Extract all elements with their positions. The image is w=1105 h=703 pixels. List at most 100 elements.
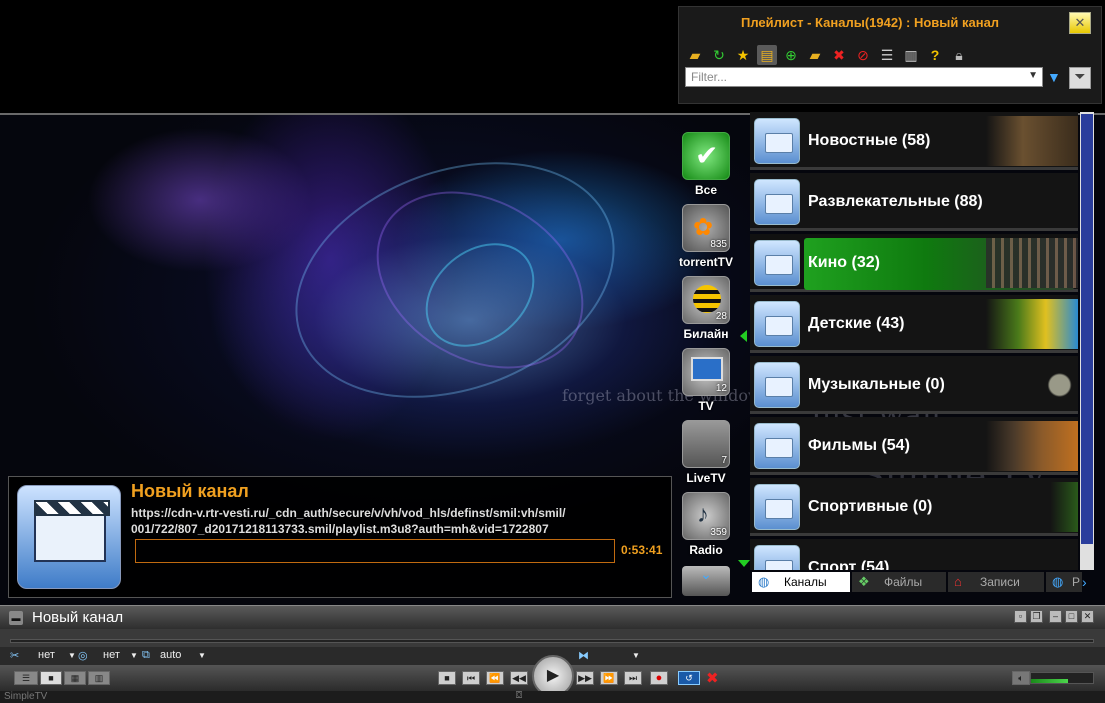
source-count: 28	[715, 311, 727, 322]
category-item[interactable]: Спортивные (0)	[750, 478, 1078, 536]
category-item[interactable]: Музыкальные (0)	[750, 356, 1078, 414]
columns-icon[interactable]: ▥	[901, 45, 921, 65]
favorite-star-icon[interactable]: ★	[733, 45, 753, 65]
seek-bar[interactable]	[0, 629, 1105, 647]
category-item[interactable]: Фильмы (54)	[750, 417, 1078, 475]
mosaic-view-icon[interactable]: ▥	[88, 671, 110, 685]
single-view-icon[interactable]: ■	[40, 671, 62, 685]
maximize-icon[interactable]: □	[1065, 610, 1078, 623]
records-icon: ⌂	[954, 574, 962, 589]
rewind-button[interactable]: ◀◀	[510, 671, 528, 685]
pip-icon[interactable]: ▫	[1014, 610, 1027, 623]
category-scrollbar[interactable]	[1080, 112, 1094, 570]
folder-open-icon[interactable]: ▰	[685, 45, 705, 65]
playlist-view-icon[interactable]: ☰	[14, 671, 38, 685]
chevron-down-icon[interactable]: ▼	[632, 651, 640, 660]
checkmark-icon: ✔	[682, 132, 730, 180]
next-button[interactable]: ⏭	[624, 671, 642, 685]
folder-icon	[754, 118, 800, 164]
scrollbar-thumb[interactable]	[1081, 114, 1093, 544]
category-thumbnail	[986, 360, 1078, 410]
close-icon[interactable]: ✕	[1081, 610, 1094, 623]
camera-icon[interactable]: ⌼	[516, 690, 522, 701]
source-count: 835	[710, 239, 727, 250]
source-item-livetv[interactable]: 7 LiveTV	[678, 420, 734, 485]
subtitle-icon[interactable]: ◎	[78, 649, 88, 662]
category-item[interactable]: Новостные (58)	[750, 112, 1078, 170]
forward-fast-button[interactable]: ⏩	[600, 671, 618, 685]
restore-icon[interactable]: ❐	[1030, 610, 1043, 623]
lock-icon[interactable]: 🔒︎	[949, 45, 969, 65]
filter-toggle-button[interactable]: ⏷	[1069, 67, 1091, 89]
source-item-tv[interactable]: 12 TV	[678, 348, 734, 413]
tab-records[interactable]: ⌂ Записи	[948, 572, 1044, 592]
funnel-icon[interactable]: ▼	[1047, 69, 1065, 87]
forward-button[interactable]: ▶▶	[576, 671, 594, 685]
chevron-down-icon[interactable]: ▼	[68, 651, 76, 660]
seek-track[interactable]	[10, 639, 1094, 643]
chevron-down-icon[interactable]: ▼	[1028, 70, 1038, 81]
category-item[interactable]: Детские (43)	[750, 295, 1078, 353]
category-name: Музыкальные (0)	[808, 376, 945, 393]
filter-input[interactable]: Filter... ▼	[685, 67, 1043, 87]
chevron-down-icon[interactable]: ▼	[198, 651, 206, 660]
tab-label: Каналы	[784, 575, 827, 589]
tab-channels[interactable]: ◍ Каналы	[752, 572, 850, 592]
folder-icon	[754, 362, 800, 408]
category-item[interactable]: Спорт (54)	[750, 539, 1078, 570]
source-label: torrentTV	[679, 255, 733, 269]
category-thumbnail	[986, 421, 1078, 471]
delete-icon[interactable]: ✖	[829, 45, 849, 65]
tab-more[interactable]: ◍ Р	[1046, 572, 1082, 592]
source-item-torrenttv[interactable]: ✿ 835 torrentTV	[678, 204, 734, 269]
tab-files[interactable]: ❖ Файлы	[852, 572, 946, 592]
playlist-tabs: ◍ Каналы ❖ Файлы ⌂ Записи ◍ Р ›	[752, 572, 1094, 592]
stop-button[interactable]: ■	[438, 671, 456, 685]
help-icon[interactable]: ?	[925, 45, 945, 65]
clapperboard-icon	[17, 485, 121, 589]
grid-view-icon[interactable]: ▦	[64, 671, 86, 685]
stretch-icon[interactable]: ⧓	[578, 649, 589, 662]
volume-slider[interactable]	[1030, 672, 1094, 684]
list-view-icon[interactable]: ☰	[877, 45, 897, 65]
aspect-icon[interactable]: ⧉	[142, 649, 150, 662]
refresh-icon[interactable]: ↻	[709, 45, 729, 65]
source-count: 7	[721, 455, 727, 466]
tree-view-icon[interactable]: ▤	[757, 45, 777, 65]
chevron-down-icon[interactable]: ▼	[130, 651, 138, 660]
category-item-selected[interactable]: Кино (32)	[750, 234, 1078, 292]
audio-track-icon[interactable]: ✂	[10, 649, 19, 662]
globe-icon: ◍	[1052, 574, 1064, 589]
new-folder-icon[interactable]: ▰	[805, 45, 825, 65]
category-thumbnail	[986, 238, 1078, 288]
audio-track-select[interactable]: нет	[38, 649, 55, 661]
player-title-bar: ▬ Новый канал ▫ ❐ – □ ✕	[0, 605, 1105, 629]
add-icon[interactable]: ⊕	[781, 45, 801, 65]
source-item-beeline[interactable]: 28 Билайн	[678, 276, 734, 341]
program-progress	[135, 539, 615, 563]
prev-button[interactable]: ⏮	[462, 671, 480, 685]
source-count: 12	[715, 383, 727, 394]
chevron-right-icon[interactable]: ›	[1082, 572, 1094, 592]
subtitle-select[interactable]: нет	[103, 649, 120, 661]
playlist-toolbar: ▰ ↻ ★ ▤ ⊕ ▰ ✖ ⊘ ☰ ▥ ? 🔒︎	[685, 45, 969, 65]
block-icon[interactable]: ⊘	[853, 45, 873, 65]
volume-fill	[1031, 679, 1069, 683]
minimize-icon[interactable]: –	[1049, 610, 1062, 623]
source-label: LiveTV	[686, 471, 726, 485]
source-item-radio[interactable]: ♪ 359 Radio	[678, 492, 734, 557]
close-button[interactable]: ✕	[1069, 12, 1091, 34]
timeshift-button[interactable]: ↺	[678, 671, 700, 685]
livetv-icon: 7	[682, 420, 730, 468]
rewind-fast-button[interactable]: ⏪	[486, 671, 504, 685]
record-button[interactable]: ●	[650, 671, 668, 685]
app-menu-icon[interactable]: ▬	[9, 611, 23, 625]
filter-placeholder: Filter...	[691, 70, 728, 84]
source-item-all[interactable]: ✔ Все	[678, 132, 734, 197]
scroll-down-icon[interactable]: ⌄	[682, 566, 730, 596]
category-item[interactable]: Развлекательные (88)	[750, 173, 1078, 231]
mute-button[interactable]: 🔈︎	[1012, 671, 1030, 685]
elapsed-time: 0:53:41	[621, 543, 663, 557]
close-stream-icon[interactable]: ✖	[706, 669, 719, 687]
aspect-select[interactable]: auto	[160, 649, 181, 661]
